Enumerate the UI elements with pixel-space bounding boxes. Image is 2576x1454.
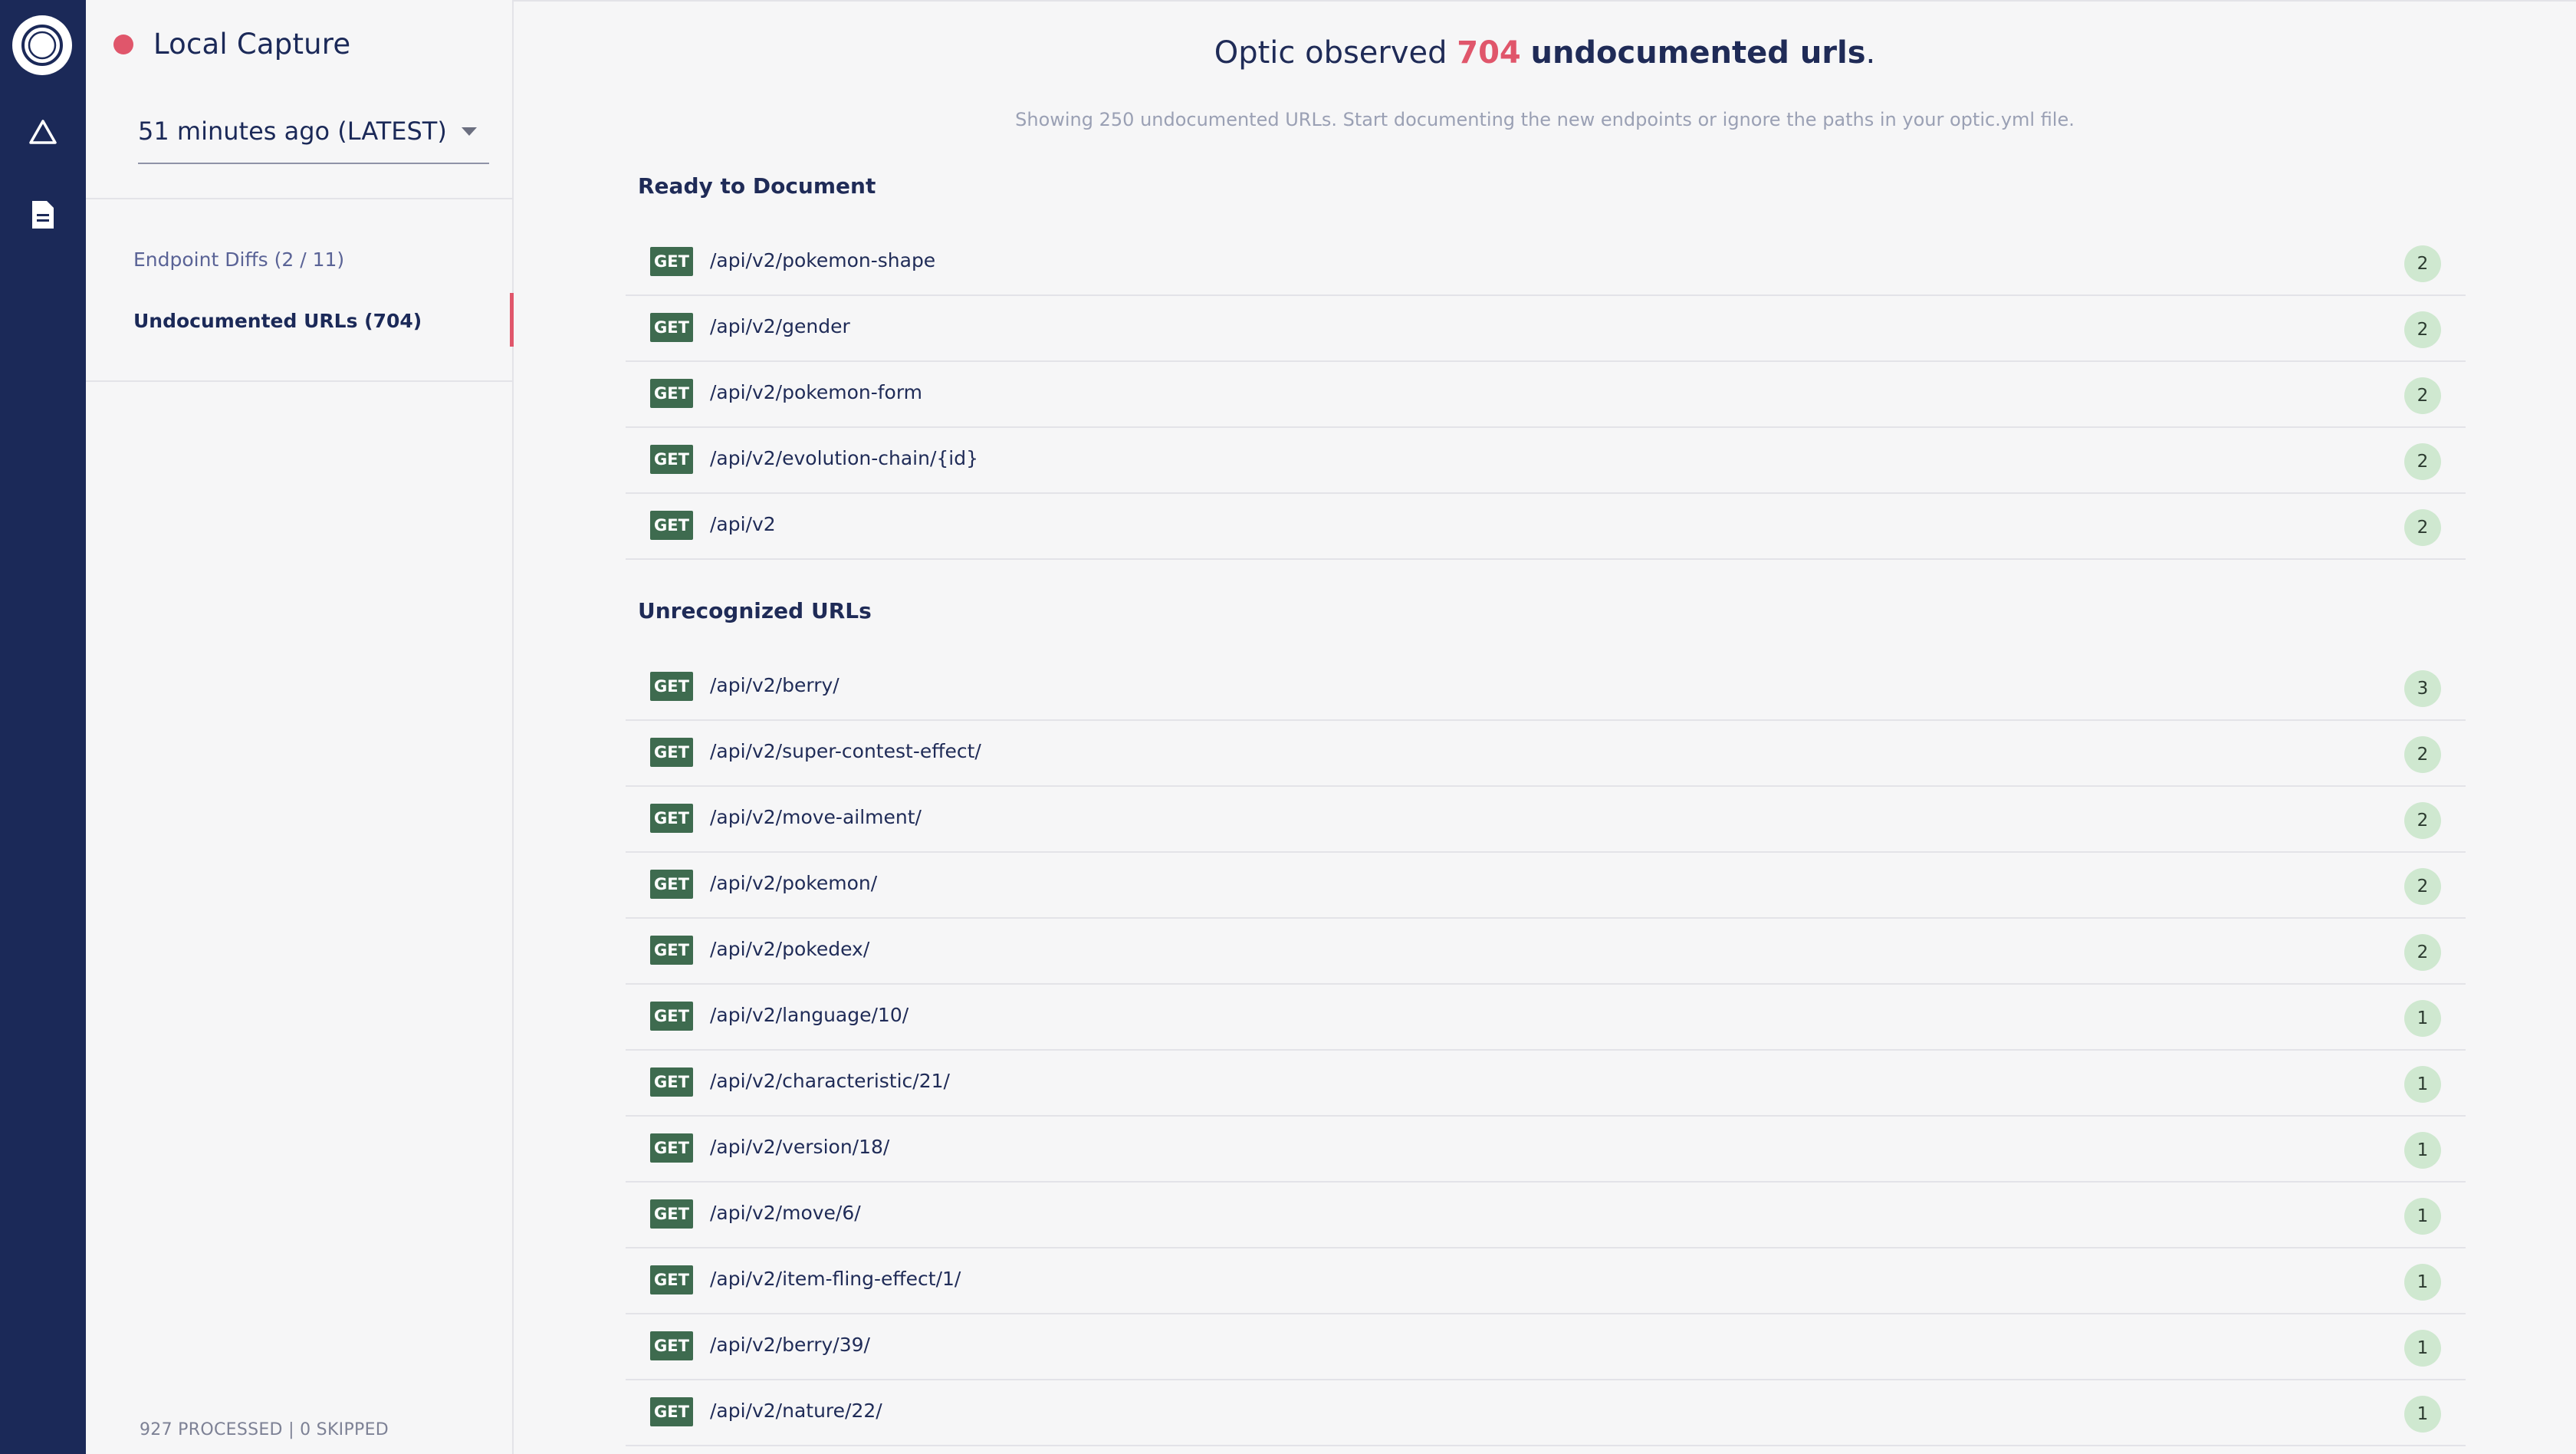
url-path: /api/v2/berry/39/ (710, 1334, 870, 1356)
url-row[interactable]: GET1 (626, 1446, 2466, 1454)
url-path: /api/v2 (710, 513, 776, 535)
undocumented-count: 704 (1457, 35, 1521, 71)
url-path: /api/v2/evolution-chain/{id} (710, 447, 979, 469)
url-row[interactable]: GET/api/v2/pokemon-shape 2 (626, 230, 2466, 296)
url-path: /api/v2/move/6/ (710, 1202, 861, 1224)
observation-count-badge: 2 (2404, 934, 2441, 971)
url-row[interactable]: GET/api/v2/gender 2 (626, 296, 2466, 362)
url-path: /api/v2/move-ailment/ (710, 806, 922, 828)
url-path: /api/v2/pokedex/ (710, 938, 870, 960)
method-badge: GET (650, 379, 693, 408)
chevron-down-icon (462, 127, 477, 136)
observation-count-badge: 1 (2404, 1264, 2441, 1301)
url-row[interactable]: GET/api/v2/pokemon-form 2 (626, 362, 2466, 428)
method-badge: GET (650, 1331, 693, 1360)
method-badge: GET (650, 738, 693, 767)
observation-count-badge: 1 (2404, 1396, 2441, 1433)
capture-select-value: 51 minutes ago (LATEST) (138, 117, 447, 146)
method-badge: GET (650, 1067, 693, 1097)
url-row[interactable]: GET/api/v2/berry/39/1 (626, 1314, 2466, 1380)
headline-suffix: . (1865, 35, 1876, 71)
url-row[interactable]: GET/api/v2/pokedex/2 (626, 919, 2466, 985)
url-row[interactable]: GET/api/v2/evolution-chain/{id} 2 (626, 428, 2466, 494)
url-path: /api/v2/language/10/ (710, 1004, 909, 1026)
method-badge: GET (650, 511, 693, 540)
method-badge: GET (650, 1265, 693, 1294)
observation-count-badge: 2 (2404, 509, 2441, 546)
observation-count-badge: 1 (2404, 1132, 2441, 1169)
headline-emphasis: undocumented urls (1530, 35, 1866, 71)
method-badge: GET (650, 1133, 693, 1163)
sidebar-divider (86, 380, 512, 382)
url-row[interactable]: GET/api/v2/pokemon/2 (626, 853, 2466, 919)
url-path: /api/v2/nature/22/ (710, 1400, 882, 1422)
page-subtitle: Showing 250 undocumented URLs. Start doc… (1015, 109, 2075, 130)
method-badge: GET (650, 672, 693, 701)
url-row[interactable]: GET/api/v2/berry/3 (626, 655, 2466, 721)
method-badge: GET (650, 247, 693, 276)
sidebar-item-undocumented-urls[interactable]: Undocumented URLs (704) (133, 310, 422, 332)
url-row[interactable]: GET/api/v2/nature/22/1 (626, 1380, 2466, 1446)
method-badge: GET (650, 313, 693, 342)
url-row[interactable]: GET/api/v2/super-contest-effect/2 (626, 721, 2466, 787)
observation-count-badge: 1 (2404, 1198, 2441, 1235)
url-row[interactable]: GET/api/v2/characteristic/21/1 (626, 1051, 2466, 1117)
diffs-triangle-icon[interactable] (0, 109, 86, 155)
section-title-ready: Ready to Document (638, 173, 876, 199)
processing-stats: 927 PROCESSED | 0 SKIPPED (140, 1420, 389, 1439)
url-path: /api/v2/gender (710, 315, 850, 337)
observation-count-badge: 2 (2404, 868, 2441, 905)
url-path: /api/v2/item-fling-effect/1/ (710, 1268, 961, 1290)
recording-status-dot (113, 34, 133, 54)
capture-sidebar: Local Capture 51 minutes ago (LATEST) En… (86, 0, 514, 1454)
url-row[interactable]: GET/api/v2/item-fling-effect/1/1 (626, 1248, 2466, 1314)
url-path: /api/v2/version/18/ (710, 1136, 890, 1158)
unrecognized-urls-list: GET/api/v2/berry/3 GET/api/v2/super-conte… (626, 655, 2466, 1454)
url-path: /api/v2/berry/ (710, 674, 840, 696)
observation-count-badge: 2 (2404, 245, 2441, 282)
observation-count-badge: 2 (2404, 736, 2441, 773)
document-icon[interactable] (0, 192, 86, 238)
capture-title: Local Capture (153, 28, 351, 61)
page-title: Optic observed 704 undocumented urls. (514, 35, 2576, 71)
observation-count-badge: 2 (2404, 377, 2441, 414)
section-title-unrecognized: Unrecognized URLs (638, 598, 872, 623)
url-row[interactable]: GET/api/v2/move-ailment/2 (626, 787, 2466, 853)
url-row[interactable]: GET/api/v2/version/18/1 (626, 1117, 2466, 1183)
logo-icon[interactable] (12, 15, 72, 75)
method-badge: GET (650, 1002, 693, 1031)
url-path: /api/v2/super-contest-effect/ (710, 740, 981, 762)
url-path: /api/v2/pokemon-shape (710, 249, 936, 271)
observation-count-badge: 2 (2404, 311, 2441, 348)
url-path: /api/v2/pokemon/ (710, 872, 878, 894)
method-badge: GET (650, 936, 693, 965)
url-path: /api/v2/pokemon-form (710, 381, 923, 403)
capture-select[interactable]: 51 minutes ago (LATEST) (138, 110, 489, 164)
ready-to-document-list: GET/api/v2/pokemon-shape 2 GET/api/v2/gend… (626, 230, 2466, 560)
method-badge: GET (650, 1397, 693, 1426)
headline-prefix: Optic observed (1214, 35, 1447, 71)
method-badge: GET (650, 870, 693, 899)
sidebar-divider (86, 198, 512, 199)
observation-count-badge: 2 (2404, 802, 2441, 839)
url-row[interactable]: GET/api/v2/language/10/1 (626, 985, 2466, 1051)
capture-header: Local Capture (113, 28, 350, 61)
observation-count-badge: 1 (2404, 1066, 2441, 1103)
method-badge: GET (650, 1199, 693, 1229)
url-row[interactable]: GET/api/v2/move/6/1 (626, 1183, 2466, 1248)
sidebar-item-endpoint-diffs[interactable]: Endpoint Diffs (2 / 11) (133, 248, 344, 271)
url-row[interactable]: GET/api/v2 2 (626, 494, 2466, 560)
method-badge: GET (650, 804, 693, 833)
observation-count-badge: 1 (2404, 1330, 2441, 1367)
observation-count-badge: 3 (2404, 670, 2441, 707)
observation-count-badge: 2 (2404, 443, 2441, 480)
main-panel: Optic observed 704 undocumented urls. Sh… (514, 0, 2576, 1454)
observation-count-badge: 1 (2404, 1000, 2441, 1037)
method-badge: GET (650, 445, 693, 474)
url-path: /api/v2/characteristic/21/ (710, 1070, 950, 1092)
icon-rail (0, 0, 86, 1454)
